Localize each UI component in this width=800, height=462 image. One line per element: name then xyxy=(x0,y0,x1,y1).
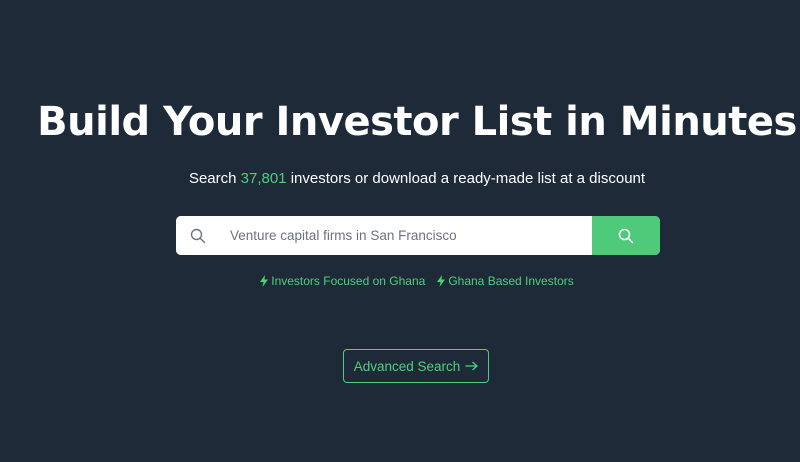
quick-link-ghana-based[interactable]: Ghana Based Investors xyxy=(437,273,574,289)
search-button[interactable] xyxy=(592,216,660,255)
lightning-bolt-icon xyxy=(260,275,269,287)
quick-links: Investors Focused on Ghana Ghana Based I… xyxy=(0,273,800,289)
lightning-bolt-icon xyxy=(437,275,446,287)
search-icon xyxy=(189,227,207,245)
hero-subtitle: Search 37,801 investors or download a re… xyxy=(0,169,800,189)
page-title: Build Your Investor List in Minutes xyxy=(37,99,797,145)
quick-link-label: Investors Focused on Ghana xyxy=(271,274,426,288)
quick-link-focused-on-ghana[interactable]: Investors Focused on Ghana xyxy=(260,273,425,289)
investor-count: 37,801 xyxy=(240,170,287,187)
subtitle-suffix: investors or download a ready-made list … xyxy=(286,170,646,187)
search-bar xyxy=(176,216,660,255)
subtitle-prefix: Search xyxy=(188,170,241,187)
search-icon xyxy=(618,228,634,244)
search-field[interactable] xyxy=(176,216,592,255)
quick-link-label: Ghana Based Investors xyxy=(448,274,574,288)
advanced-search-label: Advanced Search xyxy=(353,358,461,374)
arrow-right-icon xyxy=(465,361,479,371)
search-input[interactable] xyxy=(230,228,570,243)
advanced-search-button[interactable]: Advanced Search xyxy=(343,349,489,383)
